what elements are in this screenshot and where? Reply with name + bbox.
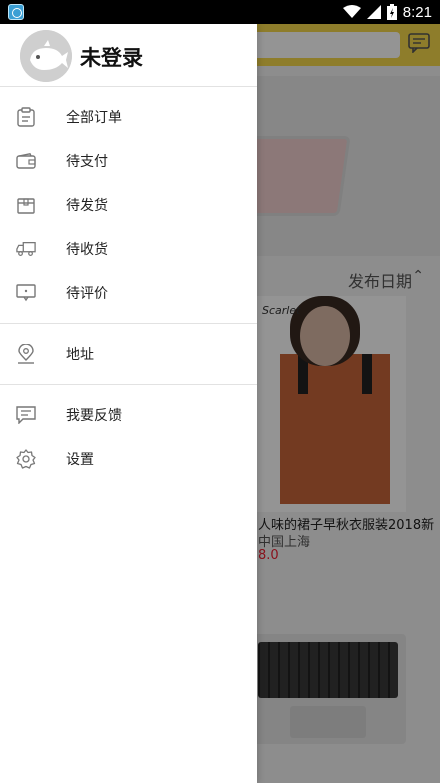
menu-item-label: 设置: [66, 452, 94, 468]
menu-item-pending-shipment[interactable]: 待发货: [0, 183, 257, 227]
menu-item-label: 我要反馈: [66, 408, 122, 424]
settings-menu-group: 我要反馈 设置: [0, 385, 257, 481]
avatar-fish-icon: [20, 30, 72, 82]
menu-item-label: 待支付: [66, 154, 108, 170]
battery-icon: [386, 4, 397, 20]
feedback-icon: [16, 405, 36, 425]
orders-menu-group: 全部订单 待支付 待发货 待收货 待评价: [0, 87, 257, 324]
navigation-drawer: 未登录 全部订单 待支付 待发货 待收货 待评价 地址 我要反馈 设置: [0, 24, 257, 783]
location-pin-icon: [16, 344, 36, 364]
gear-icon: [16, 449, 36, 469]
menu-item-label: 地址: [66, 347, 94, 363]
app-notification-icon: [8, 4, 24, 20]
menu-item-pending-review[interactable]: 待评价: [0, 271, 257, 315]
menu-item-label: 全部订单: [66, 110, 122, 126]
menu-item-label: 待收货: [66, 242, 108, 258]
menu-item-label: 待发货: [66, 198, 108, 214]
menu-item-all-orders[interactable]: 全部订单: [0, 95, 257, 139]
clipboard-icon: [16, 107, 36, 127]
drawer-header[interactable]: 未登录: [0, 24, 257, 87]
signal-icon: [366, 5, 381, 19]
status-bar: 8:21: [0, 0, 440, 24]
clock: 8:21: [402, 3, 432, 21]
truck-icon: [16, 239, 36, 259]
wallet-icon: [16, 151, 36, 171]
menu-item-label: 待评价: [66, 286, 108, 302]
menu-item-feedback[interactable]: 我要反馈: [0, 393, 257, 437]
address-menu-group: 地址: [0, 324, 257, 385]
menu-item-pending-receipt[interactable]: 待收货: [0, 227, 257, 271]
menu-item-address[interactable]: 地址: [0, 332, 257, 376]
avatar[interactable]: [20, 30, 72, 82]
menu-item-settings[interactable]: 设置: [0, 437, 257, 481]
menu-item-pending-payment[interactable]: 待支付: [0, 139, 257, 183]
login-status[interactable]: 未登录: [80, 42, 143, 72]
wifi-icon: [342, 5, 361, 19]
package-icon: [16, 195, 36, 215]
comment-icon: [16, 283, 36, 303]
